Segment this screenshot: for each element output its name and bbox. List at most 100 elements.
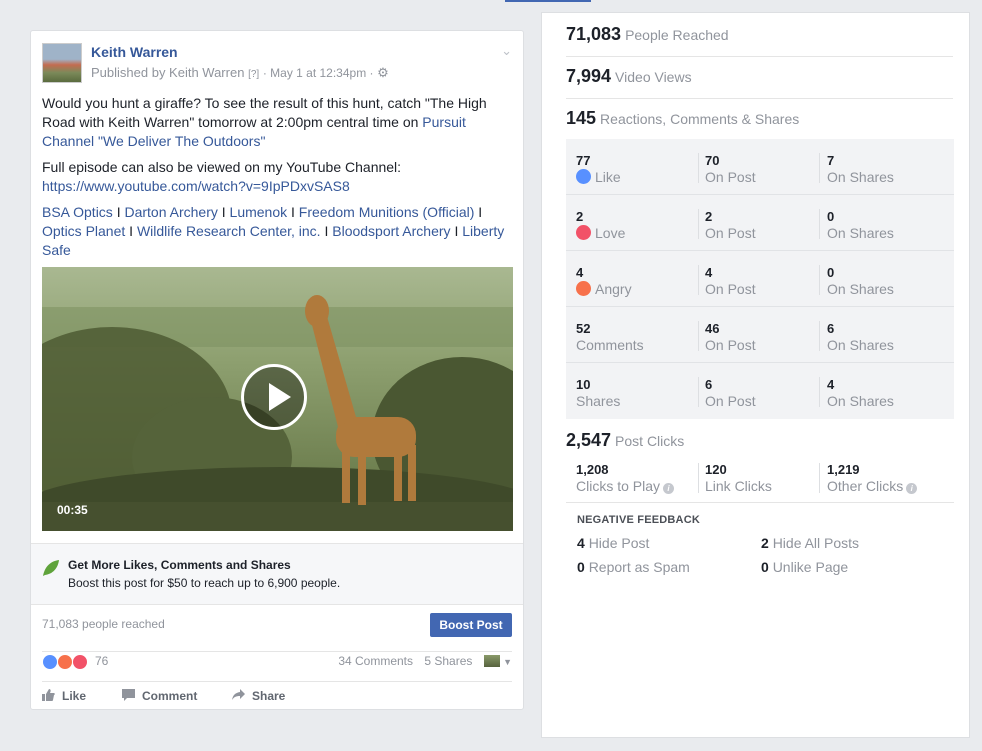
youtube-link[interactable]: https://www.youtube.com/watch?v=9IpPDxvS…	[42, 178, 350, 194]
clicks-to-play-label-row: Clicks to Play i	[576, 478, 696, 494]
breakdown-total-label: Angry	[576, 281, 696, 297]
on-post-value: 4	[705, 265, 713, 280]
people-reached-stat: 71,083 People Reached	[566, 15, 953, 57]
sponsor-link[interactable]: Optics Planet	[42, 223, 125, 239]
sponsor-separator: I	[129, 223, 134, 239]
play-button[interactable]	[241, 364, 307, 430]
comments-count[interactable]: 34 Comments	[338, 654, 413, 668]
on-post-label: On Post	[705, 225, 756, 241]
on-shares-value: 0	[827, 265, 835, 280]
author-name[interactable]: Keith Warren	[91, 44, 178, 60]
reactions-total-value: 145	[566, 108, 597, 128]
reactions-breakdown: 77 Like 70 On Post 7 On Shares 2 Love 2 On Po…	[566, 139, 954, 419]
breakdown-total-value: 77	[576, 153, 591, 168]
breakdown-on-shares: 7 On Shares	[827, 153, 947, 185]
sponsor-link[interactable]: Darton Archery	[124, 204, 217, 220]
chevron-down-icon[interactable]: ⌄	[501, 43, 512, 59]
hide-post-stat: 4 Hide Post	[577, 535, 649, 551]
comment-button[interactable]: Comment	[122, 689, 197, 703]
hide-post-value: 4	[577, 535, 585, 551]
reaction-count[interactable]: 76	[95, 654, 108, 668]
breakdown-on-shares: 4 On Shares	[827, 377, 947, 409]
comment-label: Comment	[142, 689, 198, 703]
divider	[819, 209, 820, 239]
top-accent-bar	[505, 0, 591, 2]
breakdown-total-value: 4	[576, 265, 584, 280]
unlike-page-stat: 0 Unlike Page	[761, 559, 848, 575]
share-button[interactable]: Share	[232, 689, 285, 703]
video-views-label: Video Views	[615, 69, 692, 85]
sponsor-link[interactable]: Freedom Munitions (Official)	[299, 204, 475, 220]
on-shares-label: On Shares	[827, 225, 894, 241]
thumbs-up-icon	[42, 689, 55, 701]
angry-icon	[57, 654, 73, 670]
help-tag[interactable]: [?]	[248, 69, 259, 80]
caret-down-icon: ▼	[503, 657, 512, 667]
on-post-value: 70	[705, 153, 720, 168]
globe-icon: ⚙	[377, 65, 389, 80]
post-clicks-label: Post Clicks	[615, 433, 685, 449]
hide-all-posts-value: 2	[761, 535, 769, 551]
reactions-total-label: Reactions, Comments & Shares	[600, 111, 800, 127]
sponsor-links: BSA Optics I Darton Archery I Lumenok I …	[42, 203, 512, 260]
boost-promo[interactable]: Get More Likes, Comments and Shares Boos…	[31, 543, 523, 605]
on-post-value: 46	[705, 321, 720, 336]
sponsor-link[interactable]: Wildlife Research Center, inc.	[137, 223, 321, 239]
info-icon[interactable]: i	[663, 483, 675, 494]
video-player[interactable]: 00:35	[42, 267, 513, 531]
shares-count[interactable]: 5 Shares	[424, 654, 472, 668]
on-post-value: 2	[705, 209, 713, 224]
breakdown-total: 77 Like	[576, 153, 696, 185]
on-post-value: 6	[705, 377, 713, 392]
post-date[interactable]: · May 1 at 12:34pm ·	[263, 66, 374, 80]
love-icon	[576, 225, 591, 240]
post-paragraph-1: Would you hunt a giraffe? To see the res…	[42, 94, 512, 151]
video-views-value: 7,994	[566, 66, 612, 86]
hide-all-posts-stat: 2 Hide All Posts	[761, 535, 859, 551]
clicks-to-play: 1,208 Clicks to Play i	[576, 462, 696, 494]
info-icon[interactable]: i	[906, 483, 918, 494]
breakdown-row-love: 2 Love 2 On Post 0 On Shares	[566, 195, 954, 251]
on-post-label: On Post	[705, 337, 756, 353]
avatar[interactable]	[42, 43, 82, 83]
breakdown-row-angry: 4 Angry 4 On Post 0 On Shares	[566, 251, 954, 307]
reactions-summary: 76 34 Comments 5 Shares ▼	[42, 651, 512, 673]
other-clicks-label-row: Other Clicks i	[827, 478, 947, 494]
divider	[819, 265, 820, 295]
on-shares-label: On Shares	[827, 337, 894, 353]
post-text: Would you hunt a giraffe? To see the res…	[42, 94, 512, 267]
breakdown-total-value: 10	[576, 377, 591, 392]
clicks-to-play-value: 1,208	[576, 462, 609, 477]
breakdown-total: 52 Comments	[576, 321, 696, 353]
sponsor-separator: I	[478, 204, 483, 220]
negative-feedback-title: NEGATIVE FEEDBACK	[577, 514, 700, 526]
sponsor-separator: I	[324, 223, 329, 239]
boost-post-button[interactable]: Boost Post	[430, 613, 512, 637]
divider	[698, 265, 699, 295]
sponsor-link[interactable]: Lumenok	[230, 204, 288, 220]
published-by: Published by Keith Warren	[91, 65, 245, 80]
breakdown-total: 2 Love	[576, 209, 696, 241]
sponsor-link[interactable]: BSA Optics	[42, 204, 113, 220]
sponsor-separator: I	[221, 204, 226, 220]
people-reached-text[interactable]: 71,083 people reached	[42, 617, 165, 631]
like-button[interactable]: Like	[42, 689, 86, 703]
video-views-stat: 7,994 Video Views	[566, 57, 953, 99]
share-label: Share	[252, 689, 286, 703]
sponsor-link[interactable]: Bloodsport Archery	[332, 223, 450, 239]
breakdown-on-post: 46 On Post	[705, 321, 825, 353]
viewer-selector[interactable]: ▼	[483, 654, 512, 668]
post-meta: Published by Keith Warren [?] · May 1 at…	[91, 65, 389, 81]
promo-subtitle: Boost this post for $50 to reach up to 6…	[68, 576, 341, 590]
angry-label: Angry	[595, 281, 632, 297]
people-reached-value: 71,083	[566, 24, 622, 44]
on-post-label: On Post	[705, 393, 756, 409]
breakdown-on-post: 70 On Post	[705, 153, 825, 185]
link-clicks: 120 Link Clicks	[705, 462, 825, 494]
clicks-breakdown: 1,208 Clicks to Play i 120 Link Clicks 1,21…	[566, 459, 954, 503]
post-text-line: Would you hunt a giraffe? To see the res…	[42, 95, 487, 130]
post-clicks-stat: 2,547 Post Clicks	[566, 421, 953, 459]
reactions-total-stat: 145 Reactions, Comments & Shares	[566, 99, 953, 141]
post-paragraph-2: Full episode can also be viewed on my Yo…	[42, 158, 512, 196]
breakdown-on-post: 4 On Post	[705, 265, 825, 297]
